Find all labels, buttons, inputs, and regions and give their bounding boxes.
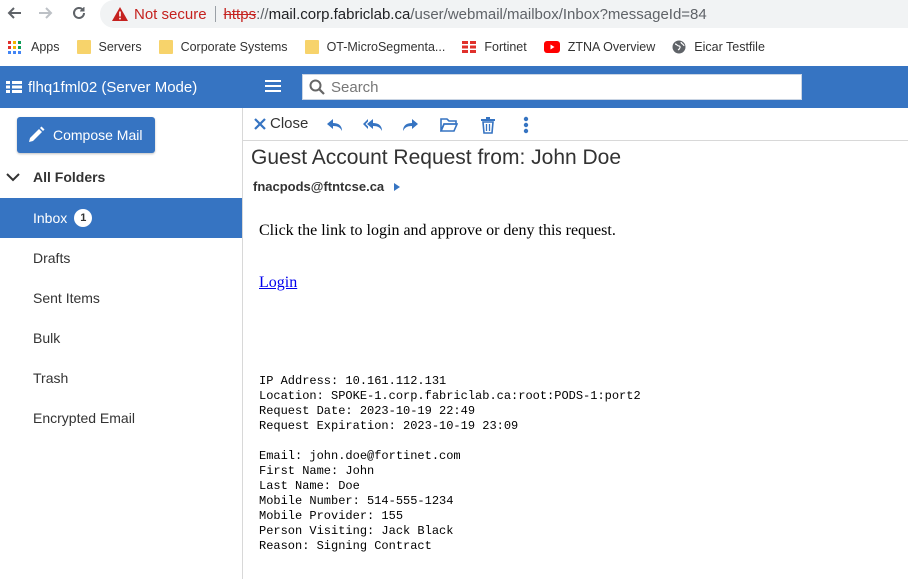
bookmark-label: Fortinet — [484, 40, 527, 54]
server-title-label: flhq1fml02 (Server Mode) — [28, 78, 198, 96]
reply-icon[interactable] — [325, 115, 345, 135]
login-link[interactable]: Login — [259, 274, 297, 292]
folder-icon — [158, 40, 173, 54]
bookmark-servers[interactable]: Servers — [76, 40, 142, 54]
request-details: IP Address: 10.161.112.131 Location: SPO… — [259, 374, 641, 553]
not-secure-label: Not secure — [134, 5, 207, 23]
expand-triangle-icon — [394, 182, 401, 191]
chevron-down-icon — [6, 173, 20, 182]
bookmark-ot-microsegmentation[interactable]: OT-MicroSegmenta... — [304, 40, 446, 54]
move-to-folder-icon[interactable] — [439, 115, 459, 135]
search-input[interactable] — [331, 78, 791, 96]
folder-label: Inbox — [33, 210, 68, 226]
trash-icon[interactable] — [478, 115, 498, 135]
compose-mail-button[interactable]: Compose Mail — [17, 117, 155, 153]
all-folders-label: All Folders — [33, 169, 106, 185]
folder-label: Trash — [33, 370, 69, 386]
folder-item-encrypted-email[interactable]: Encrypted Email — [0, 398, 242, 438]
hamburger-menu-icon[interactable] — [258, 76, 288, 99]
bookmark-label: Apps — [31, 40, 60, 54]
reply-all-icon[interactable] — [363, 115, 383, 135]
address-separator — [214, 6, 216, 22]
message-body-text: Click the link to login and approve or d… — [259, 222, 616, 239]
close-button[interactable]: Close — [253, 115, 308, 132]
server-title: flhq1fml02 (Server Mode) — [0, 79, 243, 96]
folder-label: Bulk — [33, 330, 61, 346]
forward-arrow-icon[interactable] — [35, 2, 57, 24]
reload-icon[interactable] — [68, 2, 90, 24]
folder-item-drafts[interactable]: Drafts — [0, 238, 242, 278]
unread-count-badge: 1 — [74, 209, 93, 227]
bookmark-label: Servers — [98, 40, 142, 54]
folder-item-inbox[interactable]: Inbox 1 — [0, 198, 242, 238]
bookmark-eicar-testfile[interactable]: Eicar Testfile — [672, 40, 765, 54]
address-bar[interactable]: Not secure https://mail.corp.fabriclab.c… — [100, 0, 908, 28]
more-options-icon[interactable] — [516, 115, 536, 135]
fortinet-icon — [462, 41, 477, 53]
globe-icon — [672, 40, 686, 54]
server-grid-icon — [6, 81, 22, 93]
youtube-icon — [543, 41, 560, 53]
folder-item-trash[interactable]: Trash — [0, 358, 242, 398]
sidebar: Compose Mail All Folders Inbox 1 Drafts … — [0, 108, 243, 579]
back-arrow-icon[interactable] — [3, 2, 25, 24]
pencil-icon — [29, 126, 45, 142]
compose-mail-label: Compose Mail — [53, 127, 143, 143]
bookmark-corporate-systems[interactable]: Corporate Systems — [158, 40, 288, 54]
all-folders-toggle[interactable]: All Folders — [6, 169, 105, 185]
close-icon — [254, 117, 266, 130]
folder-list: Inbox 1 Drafts Sent Items Bulk Trash Enc… — [0, 198, 242, 438]
folder-label: Sent Items — [33, 290, 100, 306]
app-header: flhq1fml02 (Server Mode) — [0, 66, 908, 108]
folder-icon — [76, 40, 91, 54]
bookmark-label: ZTNA Overview — [567, 40, 656, 54]
folder-label: Encrypted Email — [33, 410, 135, 426]
bookmark-label: Corporate Systems — [180, 40, 288, 54]
folder-label: Drafts — [33, 250, 71, 266]
message-sender[interactable]: fnacpods@ftntcse.ca — [253, 179, 401, 194]
url-text: https://mail.corp.fabriclab.ca/user/webm… — [223, 5, 707, 23]
folder-item-sent-items[interactable]: Sent Items — [0, 278, 242, 318]
message-subject: Guest Account Request from: John Doe — [251, 146, 622, 169]
bookmark-label: Eicar Testfile — [694, 40, 765, 54]
url-path: /user/webmail/mailbox/Inbox?messageId=84 — [410, 5, 707, 23]
bookmarks-bar: Apps Servers Corporate Systems OT-MicroS… — [0, 34, 908, 60]
bookmark-label: OT-MicroSegmenta... — [326, 40, 446, 54]
folder-icon — [304, 40, 319, 54]
warning-icon — [112, 7, 128, 21]
sender-address: fnacpods@ftntcse.ca — [253, 179, 385, 194]
browser-toolbar: Not secure https://mail.corp.fabriclab.c… — [0, 0, 908, 28]
bookmark-ztna-overview[interactable]: ZTNA Overview — [543, 40, 656, 54]
search-box[interactable] — [302, 74, 802, 100]
close-label: Close — [270, 115, 309, 132]
bookmark-apps[interactable]: Apps — [8, 40, 60, 54]
bookmark-fortinet[interactable]: Fortinet — [462, 40, 527, 54]
folder-item-bulk[interactable]: Bulk — [0, 318, 242, 358]
forward-icon[interactable] — [400, 115, 420, 135]
apps-grid-icon — [8, 40, 21, 54]
message-toolbar: Close — [243, 108, 908, 141]
url-protocol: https — [223, 5, 257, 23]
search-icon — [309, 79, 325, 95]
url-host: mail.corp.fabriclab.ca — [268, 5, 411, 23]
